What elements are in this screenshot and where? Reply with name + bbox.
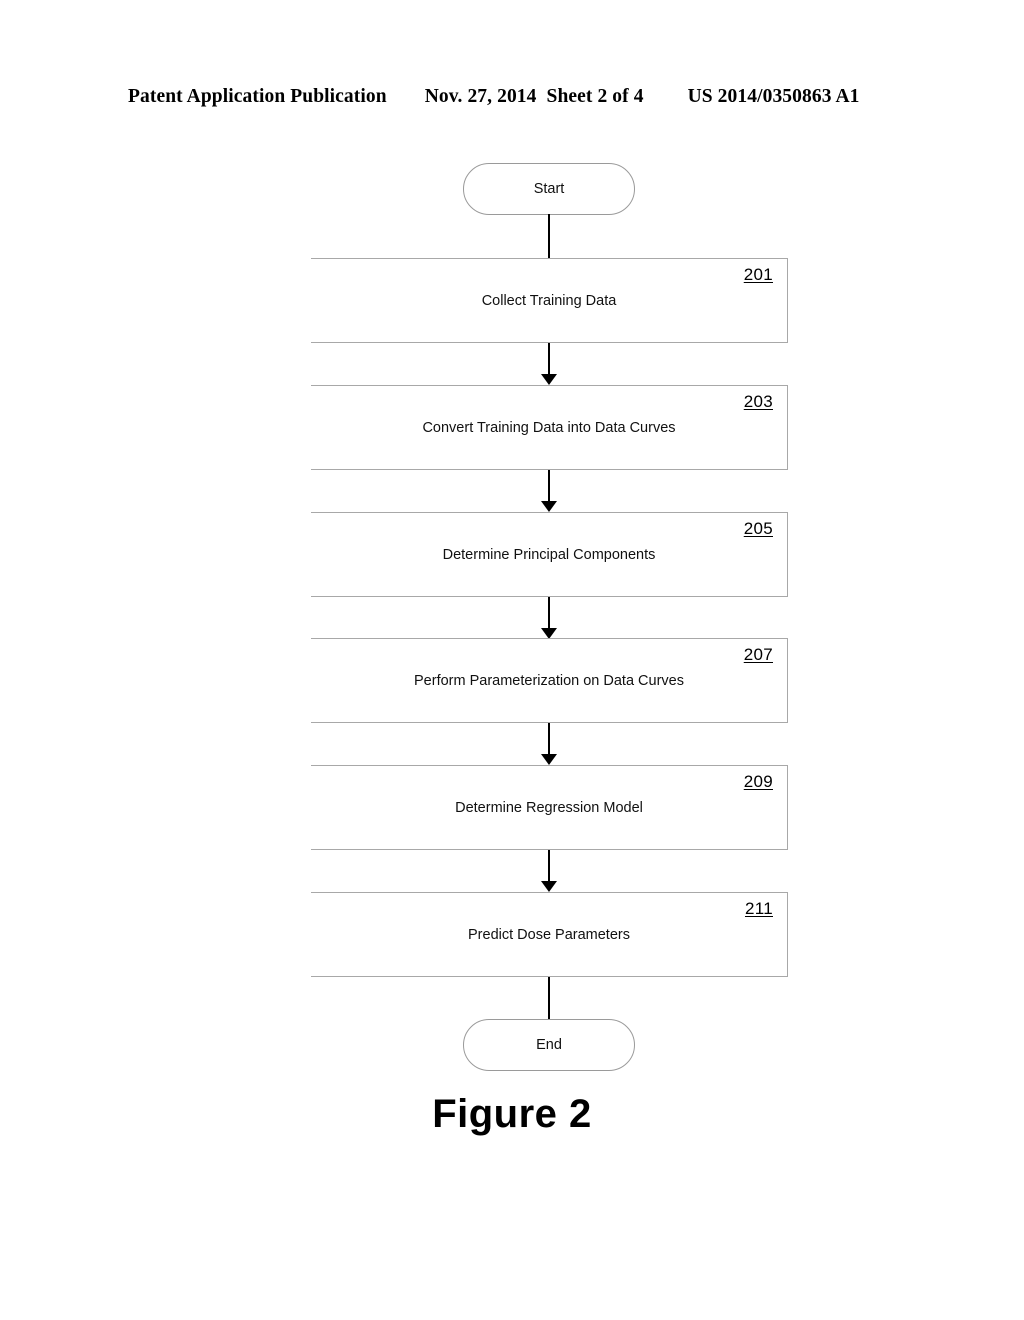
- connector-211-to-end: [548, 977, 551, 1020]
- flow-node-205-label: Determine Principal Components: [442, 546, 656, 563]
- flow-node-203-ref: 203: [743, 392, 773, 411]
- flow-node-end: End: [463, 1019, 635, 1071]
- flow-node-205-ref: 205: [743, 519, 773, 538]
- flow-node-205: Determine Principal Components 205: [311, 512, 788, 597]
- flow-node-209-label: Determine Regression Model: [455, 799, 643, 816]
- flow-node-start-label: Start: [533, 181, 565, 197]
- connector-start-to-201: [548, 214, 551, 259]
- flow-node-201-label: Collect Training Data: [481, 292, 617, 309]
- arrowhead-207-to-209: [541, 754, 557, 765]
- connector-209-to-211: [548, 850, 551, 884]
- flow-node-207: Perform Parameterization on Data Curves …: [311, 638, 788, 723]
- flow-node-201: Collect Training Data 201: [311, 258, 788, 343]
- flow-node-207-ref: 207: [743, 645, 773, 664]
- arrowhead-209-to-211: [541, 881, 557, 892]
- flow-node-203: Convert Training Data into Data Curves 2…: [311, 385, 788, 470]
- flow-node-209-ref: 209: [743, 772, 773, 791]
- flow-node-209: Determine Regression Model 209: [311, 765, 788, 850]
- figure-caption: Figure 2: [432, 1092, 592, 1136]
- connector-203-to-205: [548, 470, 551, 504]
- connector-201-to-203: [548, 343, 551, 377]
- flow-node-203-label: Convert Training Data into Data Curves: [422, 419, 676, 436]
- flow-node-207-label: Perform Parameterization on Data Curves: [414, 672, 684, 689]
- flow-node-211-ref: 211: [744, 899, 773, 918]
- flow-node-end-label: End: [536, 1037, 562, 1053]
- flow-node-start: Start: [463, 163, 635, 215]
- flow-node-201-ref: 201: [743, 265, 773, 284]
- connector-207-to-209: [548, 723, 551, 757]
- connector-205-to-207: [548, 597, 551, 630]
- flow-node-211: Predict Dose Parameters 211: [311, 892, 788, 977]
- arrowhead-201-to-203: [541, 374, 557, 385]
- arrowhead-203-to-205: [541, 501, 557, 512]
- flow-node-211-label: Predict Dose Parameters: [468, 926, 630, 943]
